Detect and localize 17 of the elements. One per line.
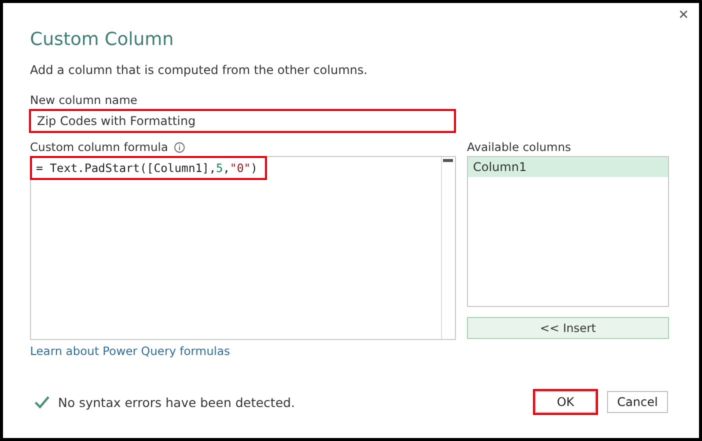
ok-button[interactable]: OK [535, 391, 596, 413]
help-link[interactable]: Learn about Power Query formulas [30, 344, 230, 358]
info-icon[interactable] [174, 142, 186, 152]
dialog-description: Add a column that is computed from the other columns. [30, 63, 368, 77]
formula-text: = Text.PadStart([Column1],5,"0") [31, 157, 266, 179]
dialog-title: Custom Column [30, 29, 175, 50]
list-item[interactable]: Column1 [468, 157, 668, 177]
cancel-button[interactable]: Cancel [607, 391, 668, 413]
status-message: No syntax errors have been detected. [58, 394, 295, 410]
field-label: Custom column formula [30, 140, 168, 154]
formula-editor[interactable]: = Text.PadStart([Column1],5,"0") [30, 156, 456, 340]
column-name-field[interactable]: Zip Codes with Formatting [30, 110, 455, 132]
insert-button[interactable]: << Insert [467, 317, 669, 339]
scrollbar[interactable] [441, 157, 455, 339]
field-label: New column name [30, 93, 138, 107]
close-icon[interactable]: ✕ [678, 8, 689, 23]
list-label: Available columns [467, 140, 572, 154]
